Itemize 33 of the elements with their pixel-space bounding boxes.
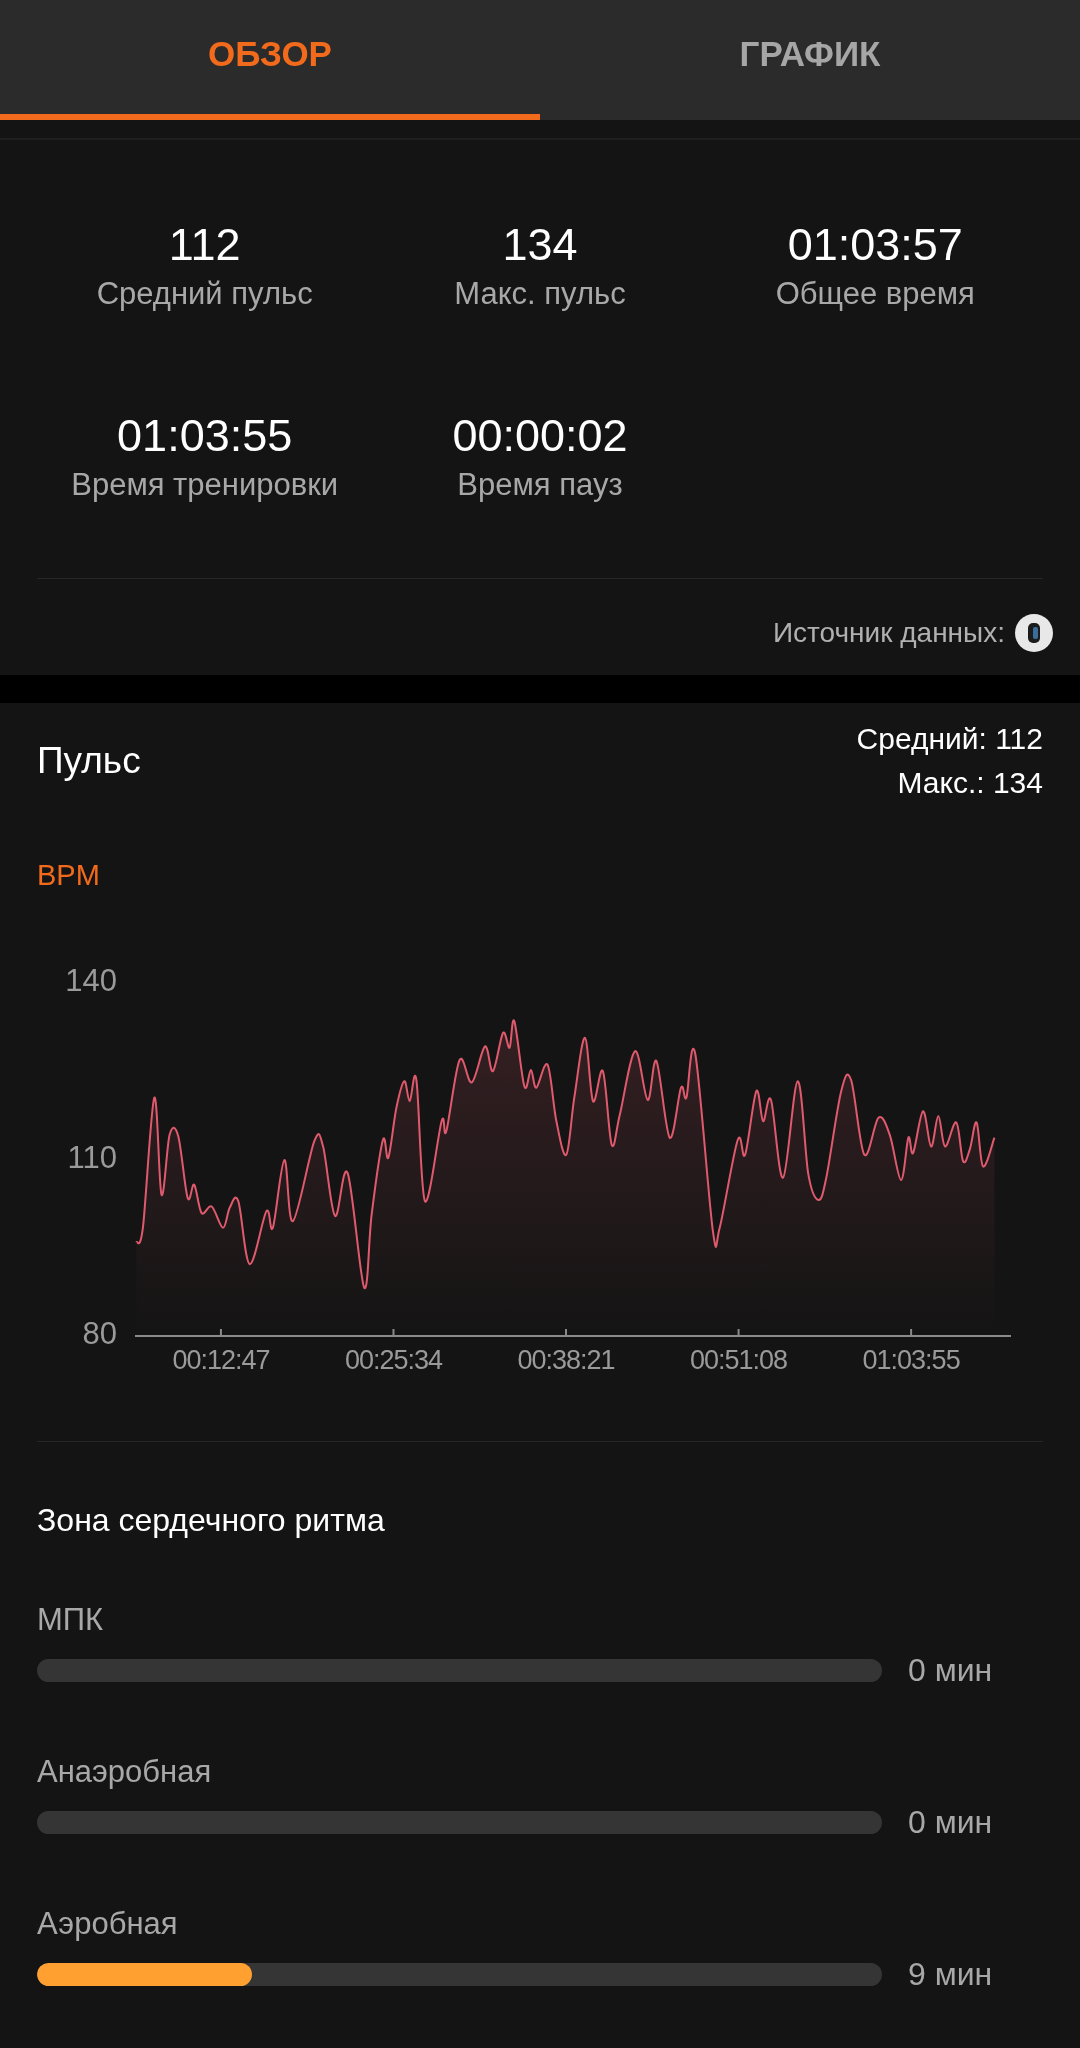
stat-label: Макс. пульс bbox=[454, 275, 626, 313]
zone-label: Аэробная bbox=[37, 1905, 178, 1943]
x-axis-label: 00:51:08 bbox=[690, 1345, 788, 1375]
summary-text: Макс.: 134 bbox=[897, 765, 1043, 801]
zone-duration: 0 мин bbox=[908, 1804, 993, 1841]
stat-label: Общее время bbox=[775, 275, 975, 313]
x-axis-label: 01:03:55 bbox=[862, 1345, 960, 1375]
y-axis-label: 110 bbox=[67, 1139, 117, 1175]
summary-text: Средний: 112 bbox=[856, 721, 1043, 757]
stat-value: 01:03:57 bbox=[787, 218, 963, 272]
stat-value: 01:03:55 bbox=[117, 409, 293, 463]
y-axis-label: 140 bbox=[65, 963, 117, 998]
unit-label: BPM bbox=[37, 859, 100, 891]
zone-label: Анаэробная bbox=[37, 1753, 212, 1791]
zone-duration: 0 мин bbox=[908, 1652, 993, 1689]
zone-label: МПК bbox=[37, 1601, 104, 1639]
y-axis-label: 80 bbox=[82, 1316, 117, 1351]
stat-label: Время тренировки bbox=[71, 466, 339, 504]
section-title: Зона сердечного ритма bbox=[37, 1502, 385, 1538]
stat-value: 112 bbox=[168, 218, 241, 272]
x-axis-label: 00:38:21 bbox=[517, 1345, 615, 1375]
x-axis-label: 00:12:47 bbox=[172, 1345, 270, 1375]
stat-label: Время пауз bbox=[457, 466, 623, 504]
tab[interactable]: ОБЗОР bbox=[0, 0, 540, 120]
tab[interactable]: ГРАФИК bbox=[540, 0, 1080, 120]
stat-value: 00:00:02 bbox=[452, 409, 628, 463]
zone-duration: 9 мин bbox=[908, 1956, 993, 1993]
stat-label: Средний пульс bbox=[96, 275, 313, 313]
stat-value: 134 bbox=[502, 218, 578, 272]
section-title: Пульс bbox=[37, 740, 141, 782]
data-source-label: Источник данных: bbox=[772, 617, 1005, 649]
x-axis-label: 00:25:34 bbox=[344, 1345, 443, 1375]
fitness-band-icon bbox=[1015, 614, 1053, 652]
